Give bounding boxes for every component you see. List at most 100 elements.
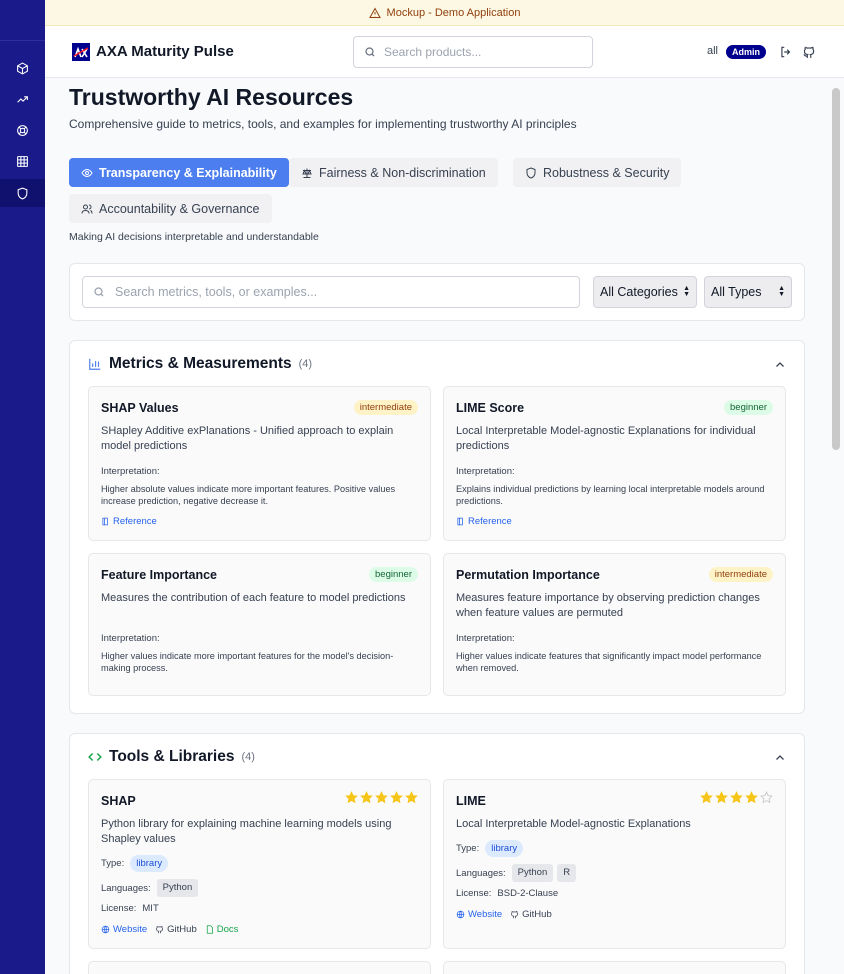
resource-search[interactable] <box>82 276 580 308</box>
tool-card: LIME Local Interpretable Model-agnostic … <box>443 779 786 949</box>
section-count: (4) <box>298 358 313 370</box>
category-select[interactable]: All Categories ▲ ▼ <box>593 276 697 308</box>
tool-description: Python library for explaining machine le… <box>101 818 392 845</box>
license-value: BSD-2-Clause <box>497 888 559 899</box>
metrics-section-header[interactable]: Metrics & Measurements (4) <box>88 355 312 373</box>
logout-button[interactable] <box>779 45 793 59</box>
sidebar-item-support[interactable] <box>0 116 45 144</box>
type-select-value: All Types <box>711 285 762 299</box>
tool-languages-row: Languages: Python <box>101 879 199 897</box>
page-scrollbar[interactable] <box>832 88 840 450</box>
link-label: Docs <box>216 924 239 935</box>
shield-icon <box>17 187 28 199</box>
sidebar-item-products[interactable] <box>0 54 45 82</box>
sidebar-item-trustworthy-ai[interactable] <box>0 179 45 207</box>
star-filled-icon <box>715 791 728 804</box>
link-label: GitHub <box>167 924 197 935</box>
lifebuoy-icon <box>17 124 28 136</box>
website-link[interactable]: Website <box>101 924 147 935</box>
type-badge: library <box>130 855 169 872</box>
tool-links: Website GitHub Docs <box>101 924 238 935</box>
metric-description: Local Interpretable Model-agnostic Expla… <box>456 425 756 452</box>
metric-card: Feature Importance beginner Measures the… <box>88 553 431 696</box>
type-label: Type: <box>456 843 480 854</box>
book-icon <box>102 517 108 526</box>
product-search-input[interactable] <box>384 45 574 59</box>
tool-card: SHAP Python library for explaining machi… <box>88 779 431 949</box>
user-scope: all <box>707 45 719 57</box>
shield-icon <box>526 166 536 179</box>
interpretation-label: Interpretation: <box>456 466 515 477</box>
category-select-value: All Categories <box>600 285 678 299</box>
users-icon <box>81 204 93 214</box>
eye-icon <box>81 168 93 177</box>
chevron-up-icon <box>776 755 784 760</box>
interpretation-label: Interpretation: <box>101 466 160 477</box>
github-link[interactable]: GitHub <box>510 909 552 920</box>
reference-link[interactable]: Reference <box>456 516 512 527</box>
github-link[interactable]: GitHub <box>155 924 197 935</box>
level-badge: beginner <box>724 400 773 415</box>
collapse-metrics-button[interactable] <box>774 359 786 371</box>
license-label: License: <box>101 903 137 914</box>
cube-icon <box>17 61 28 75</box>
role-badge: Admin <box>726 45 766 59</box>
metric-card: LIME Score beginner Local Interpretable … <box>443 386 786 541</box>
sidebar <box>0 0 45 974</box>
warning-triangle-icon <box>368 6 381 18</box>
tab-robustness[interactable]: Robustness & Security <box>513 158 682 187</box>
tab-fairness[interactable]: Fairness & Non-discrimination <box>289 158 498 187</box>
page-subtitle: Comprehensive guide to metrics, tools, a… <box>69 117 577 131</box>
sidebar-item-trends[interactable] <box>0 85 45 113</box>
globe-icon <box>101 925 110 934</box>
reference-label: Reference <box>468 516 512 527</box>
link-label: GitHub <box>522 909 552 920</box>
tab-accountability[interactable]: Accountability & Governance <box>69 194 272 223</box>
level-badge: intermediate <box>353 400 418 415</box>
language-badge: Python <box>156 879 199 897</box>
language-badge: Python <box>511 864 554 882</box>
github-button[interactable] <box>802 45 816 59</box>
product-search[interactable] <box>353 36 593 68</box>
level-badge: beginner <box>369 567 418 582</box>
tab-label: Transparency & Explainability <box>99 165 277 180</box>
select-arrows-icon: ▲ ▼ <box>683 285 690 298</box>
tab-label: Fairness & Non-discrimination <box>319 165 486 180</box>
app-title: AXA Maturity Pulse <box>96 43 234 60</box>
tool-license-row: License: BSD-2-Clause <box>456 888 558 899</box>
collapse-tools-button[interactable] <box>774 752 786 764</box>
star-filled-icon <box>345 791 358 804</box>
website-link[interactable]: Website <box>456 909 502 920</box>
tab-transparency[interactable]: Transparency & Explainability <box>69 158 289 187</box>
sidebar-divider <box>0 40 45 41</box>
tool-card <box>443 961 786 974</box>
tools-section-header[interactable]: Tools & Libraries (4) <box>88 748 255 766</box>
type-select[interactable]: All Types ▲ ▼ <box>704 276 792 308</box>
banner-text: Mockup - Demo Application <box>386 6 521 19</box>
filter-panel: All Categories ▲▼ All Types ▲▼ <box>69 263 805 321</box>
reference-link[interactable]: Reference <box>101 516 157 527</box>
tab-label: Accountability & Governance <box>99 201 260 216</box>
type-label: Type: <box>101 858 125 869</box>
interpretation-text: Higher values indicate more important fe… <box>101 651 394 673</box>
section-title: Tools & Libraries <box>109 748 235 765</box>
grid-icon <box>17 155 28 167</box>
star-filled-icon <box>375 791 388 804</box>
sidebar-item-grid[interactable] <box>0 147 45 175</box>
interpretation-label: Interpretation: <box>456 633 515 644</box>
language-badge: R <box>557 864 577 882</box>
tool-type-row: Type: library <box>456 840 524 857</box>
book-icon <box>457 517 463 526</box>
license-label: License: <box>456 888 492 899</box>
metric-description: SHapley Additive exPlanations - Unified … <box>101 425 394 452</box>
type-badge: library <box>485 840 524 857</box>
metrics-section: Metrics & Measurements (4) SHAP Values i… <box>69 340 805 714</box>
tool-description: Local Interpretable Model-agnostic Expla… <box>456 818 691 830</box>
tool-type-row: Type: library <box>101 855 169 872</box>
rating-stars <box>700 791 773 804</box>
star-filled-icon <box>745 791 758 804</box>
axa-logo[interactable] <box>72 43 90 61</box>
resource-search-input[interactable] <box>115 285 555 299</box>
github-icon <box>511 911 519 919</box>
docs-link[interactable]: Docs <box>205 924 239 935</box>
